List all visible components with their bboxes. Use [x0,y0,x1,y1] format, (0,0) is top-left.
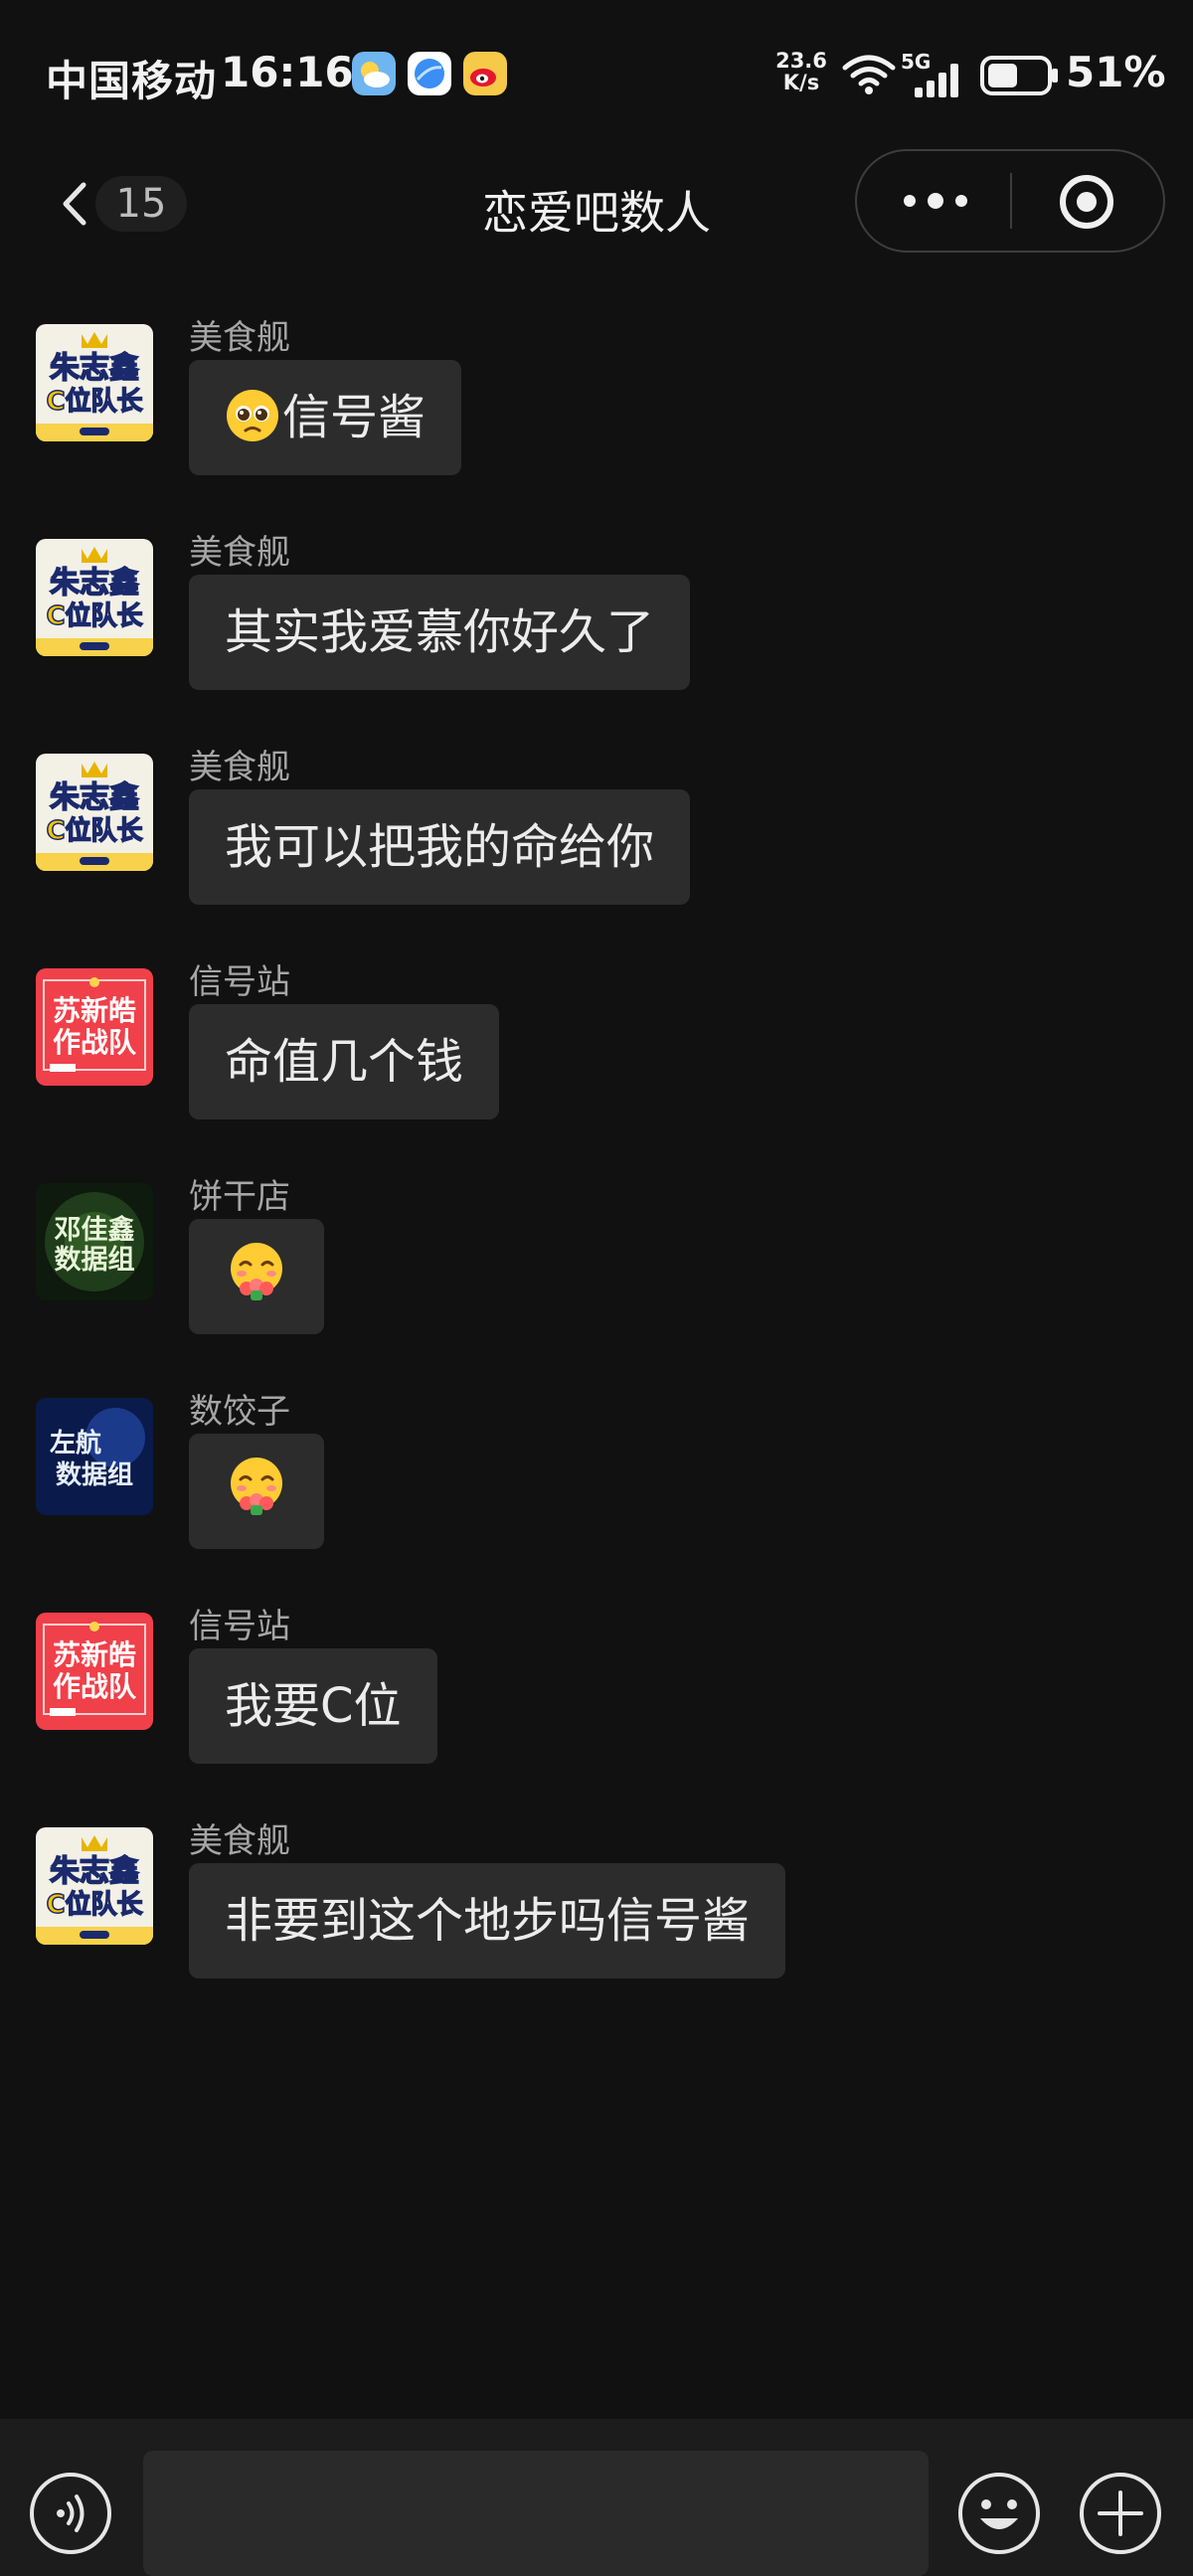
input-bar [0,2419,1193,2576]
svg-text:朱志鑫: 朱志鑫 [50,780,139,815]
clock: 16:16 [221,48,354,96]
avatar-xinhaozhan: 苏新皓 作战队 [36,1613,153,1730]
unread-count-badge: 15 [95,176,187,232]
message-item: 朱志鑫 C位队长 美食舰 我可以把我的命给你 [0,728,1193,927]
message-bubble[interactable]: 我可以把我的命给你 [189,789,691,905]
smiley-icon [958,2473,1040,2554]
svg-text:作战队: 作战队 [53,1026,137,1059]
svg-text:苏新皓: 苏新皓 [53,1638,136,1671]
svg-text:C位队长: C位队长 [46,1889,143,1920]
message-bubble[interactable]: 信号酱 [189,360,462,475]
svg-text:朱志鑫: 朱志鑫 [50,351,139,386]
voice-input-button[interactable] [28,2471,113,2556]
battery-icon [980,56,1058,95]
sender-name: 数饺子 [189,1392,290,1432]
browser-icon [408,52,451,95]
pleading-face-icon [227,390,278,441]
more-dots-icon [904,193,967,209]
more-button[interactable] [857,151,1011,251]
status-bar: 中国移动 16:16 23.6 K/s 5G 51% [0,0,1193,149]
sender-name: 美食舰 [189,748,290,787]
avatar-meishijian: 朱志鑫 C位队长 [36,754,153,871]
shy-flower-face-icon [231,1458,282,1515]
avatar-meishijian: 朱志鑫 C位队长 [36,324,153,441]
weather-icon [352,52,396,95]
avatar[interactable]: 左航 数据组 [36,1398,153,1515]
avatar[interactable]: 邓佳鑫 数据组 [36,1183,153,1300]
message-item: 左航 数据组 数饺子 [0,1372,1193,1571]
avatar[interactable]: 苏新皓 作战队 [36,968,153,1086]
carrier-label: 中国移动 [46,57,218,105]
net-speed: 23.6 K/s [771,50,831,93]
message-text: 我要C位 [225,1678,402,1734]
svg-text:朱志鑫: 朱志鑫 [50,566,139,601]
svg-text:左航: 左航 [50,1428,101,1459]
message-text: 命值几个钱 [225,1034,464,1090]
wifi-icon [842,55,896,94]
plus-icon [1080,2473,1161,2554]
svg-text:邓佳鑫: 邓佳鑫 [55,1214,135,1246]
message-bubble[interactable] [189,1219,324,1334]
svg-text:作战队: 作战队 [53,1670,137,1703]
message-item: 朱志鑫 C位队长 美食舰 其实我爱慕你好久了 [0,513,1193,712]
mini-program-capsule [855,149,1165,253]
message-text: 信号酱 [282,390,426,445]
svg-text:数据组: 数据组 [56,1460,133,1490]
svg-text:朱志鑫: 朱志鑫 [50,1854,139,1889]
sender-name: 美食舰 [189,1821,290,1861]
nav-bar: 15 恋爱吧数人 [0,149,1193,258]
avatar-meishijian: 朱志鑫 C位队长 [36,539,153,656]
message-text: 其实我爱慕你好久了 [225,604,655,660]
svg-text:苏新皓: 苏新皓 [53,994,136,1027]
chat-screen: 中国移动 16:16 23.6 K/s 5G 51% 15 恋爱吧数人 朱志鑫 … [0,0,1193,2576]
sender-name: 信号站 [189,962,290,1002]
signal-bars-icon [915,64,958,97]
avatar[interactable]: 朱志鑫 C位队长 [36,324,153,441]
message-bubble[interactable]: 我要C位 [189,1648,437,1764]
page-title: 恋爱吧数人 [482,186,711,240]
message-text: 我可以把我的命给你 [225,819,655,875]
weibo-icon [463,52,507,95]
avatar-shujiaozi: 左航 数据组 [36,1398,153,1515]
sender-name: 信号站 [189,1607,290,1646]
close-mini-program-button[interactable] [1012,151,1165,251]
shy-flower-face-icon [231,1243,282,1300]
net-speed-value: 23.6 [775,49,827,73]
target-close-icon [1060,175,1113,229]
sender-name: 饼干店 [189,1177,290,1217]
avatar-xinhaozhan: 苏新皓 作战队 [36,968,153,1086]
message-text: 非要到这个地步吗信号酱 [225,1893,751,1949]
more-functions-button[interactable] [1078,2471,1163,2556]
message-input[interactable] [143,2451,929,2576]
message-bubble[interactable]: 非要到这个地步吗信号酱 [189,1863,786,1978]
message-bubble[interactable] [189,1434,324,1549]
battery-percent: 51% [1066,48,1166,96]
avatar[interactable]: 朱志鑫 C位队长 [36,1827,153,1945]
message-bubble[interactable]: 命值几个钱 [189,1004,500,1119]
svg-text:C位队长: C位队长 [46,386,143,417]
message-item: 邓佳鑫 数据组 饼干店 [0,1157,1193,1356]
avatar[interactable]: 苏新皓 作战队 [36,1613,153,1730]
sender-name: 美食舰 [189,533,290,573]
avatar-binggandian: 邓佳鑫 数据组 [36,1183,153,1300]
net-speed-unit: K/s [782,71,820,94]
svg-text:C位队长: C位队长 [46,601,143,631]
emoji-button[interactable] [956,2471,1042,2556]
avatar[interactable]: 朱志鑫 C位队长 [36,539,153,656]
message-item: 苏新皓 作战队 信号站 我要C位 [0,1587,1193,1786]
message-item: 朱志鑫 C位队长 美食舰 信号酱 [0,298,1193,497]
voice-icon [30,2473,111,2554]
sender-name: 美食舰 [189,318,290,358]
svg-text:数据组: 数据组 [55,1244,135,1276]
message-bubble[interactable]: 其实我爱慕你好久了 [189,575,691,690]
back-button[interactable]: 15 [44,169,193,239]
svg-text:C位队长: C位队长 [46,815,143,846]
message-item: 朱志鑫 C位队长 美食舰 非要到这个地步吗信号酱 [0,1802,1193,2000]
message-item: 苏新皓 作战队 信号站 命值几个钱 [0,943,1193,1141]
avatar-meishijian: 朱志鑫 C位队长 [36,1827,153,1945]
avatar[interactable]: 朱志鑫 C位队长 [36,754,153,871]
